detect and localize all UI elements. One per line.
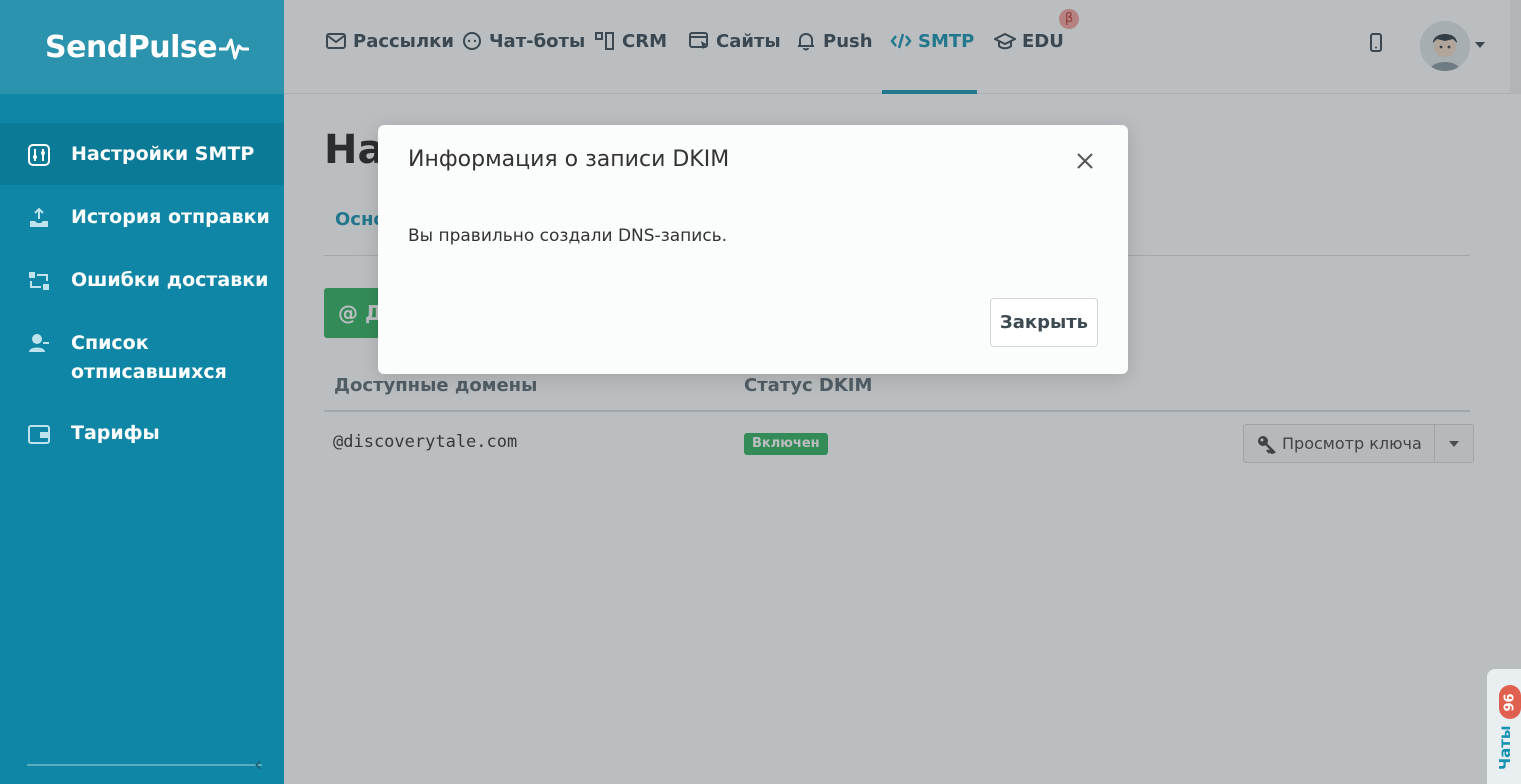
sidebar-backdrop — [0, 0, 284, 784]
modal-title: Информация о записи DKIM — [408, 147, 730, 172]
modal-backdrop[interactable] — [284, 0, 1521, 784]
close-button[interactable]: Закрыть — [990, 298, 1098, 347]
modal-message: Вы правильно создали DNS-запись. — [408, 226, 728, 246]
chat-widget-label[interactable]: Чаты — [1496, 725, 1514, 770]
dkim-info-modal: Информация о записи DKIM Вы правильно со… — [378, 125, 1128, 374]
chat-count-text: 96 — [1502, 692, 1518, 712]
close-icon[interactable] — [1075, 151, 1095, 171]
chat-count-badge: 96 — [1499, 685, 1521, 719]
